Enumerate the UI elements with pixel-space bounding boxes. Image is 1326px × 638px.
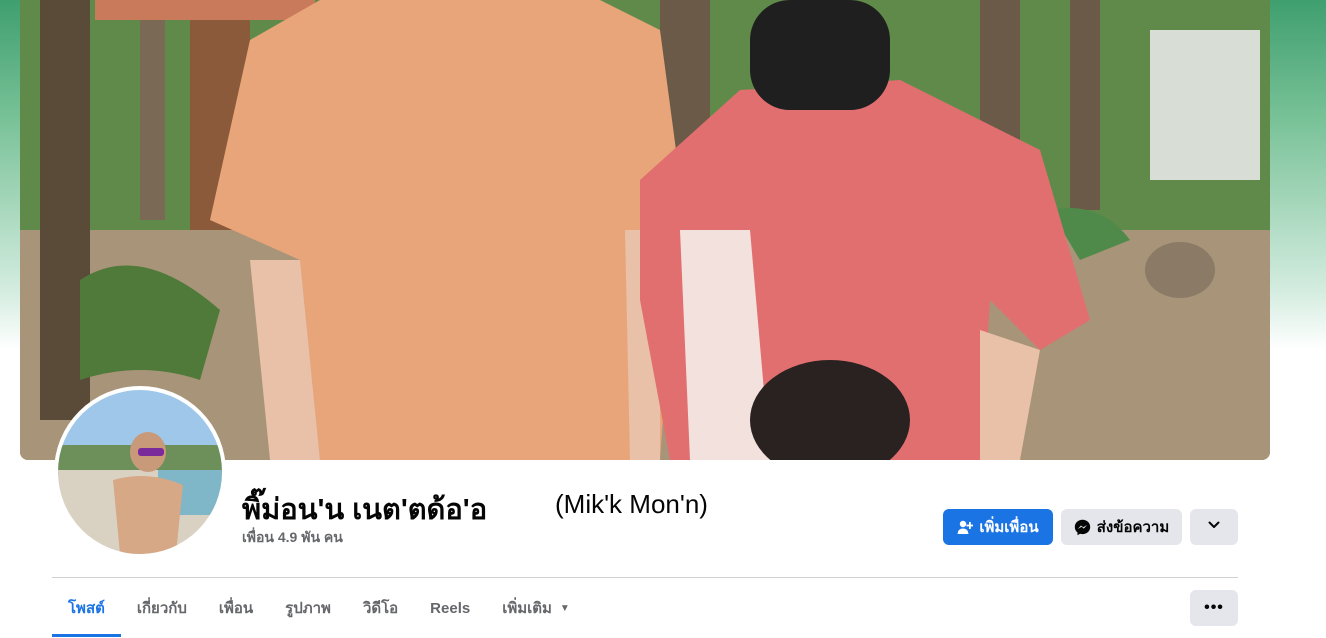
message-label: ส่งข้อความ [1096, 519, 1170, 536]
friends-count[interactable]: เพื่อน 4.9 พัน คน [242, 527, 343, 549]
tab-about[interactable]: เกี่ยวกับ [121, 588, 203, 628]
person-plus-icon [957, 519, 974, 535]
overflow-menu-button[interactable]: ••• [1190, 590, 1238, 626]
add-friend-label: เพิ่มเพื่อน [979, 519, 1039, 536]
tab-photos-label: รูปภาพ [285, 600, 331, 617]
tab-reels-label: Reels [430, 599, 471, 617]
header-divider [52, 577, 1238, 578]
tab-about-label: เกี่ยวกับ [136, 600, 187, 617]
cover-photo-image [20, 0, 1270, 460]
tab-posts-label: โพสต์ [68, 600, 105, 617]
profile-tabs: โพสต์ เกี่ยวกับ เพื่อน รูปภาพ วิดีโอ Ree… [52, 588, 586, 638]
tab-videos[interactable]: วิดีโอ [347, 588, 414, 628]
tab-photos[interactable]: รูปภาพ [269, 588, 347, 628]
tab-more-label: เพิ่มเติม [502, 600, 552, 617]
tab-reels[interactable]: Reels [414, 588, 486, 628]
avatar-image [58, 390, 222, 554]
profile-alternate-name: (Mik'k Mon'n) [555, 489, 708, 519]
tab-friends-label: เพื่อน [218, 600, 254, 617]
ellipsis-icon: ••• [1204, 599, 1224, 616]
caret-down-icon: ▼ [559, 602, 570, 614]
tab-posts[interactable]: โพสต์ [52, 588, 121, 637]
add-friend-button[interactable]: เพิ่มเพื่อน [943, 509, 1053, 545]
profile-avatar[interactable] [54, 386, 226, 558]
tab-videos-label: วิดีโอ [362, 600, 399, 617]
message-button[interactable]: ส่งข้อความ [1061, 509, 1182, 545]
profile-name: พิ๊ม่อน'น เนต'ตด้อ'อ [242, 494, 488, 526]
chevron-down-icon [1207, 518, 1221, 536]
profile-more-button[interactable] [1190, 509, 1238, 545]
cover-photo[interactable] [20, 0, 1270, 460]
tab-more[interactable]: เพิ่มเติม ▼ [486, 588, 586, 628]
messenger-icon [1074, 519, 1091, 536]
tab-friends[interactable]: เพื่อน [203, 588, 269, 628]
